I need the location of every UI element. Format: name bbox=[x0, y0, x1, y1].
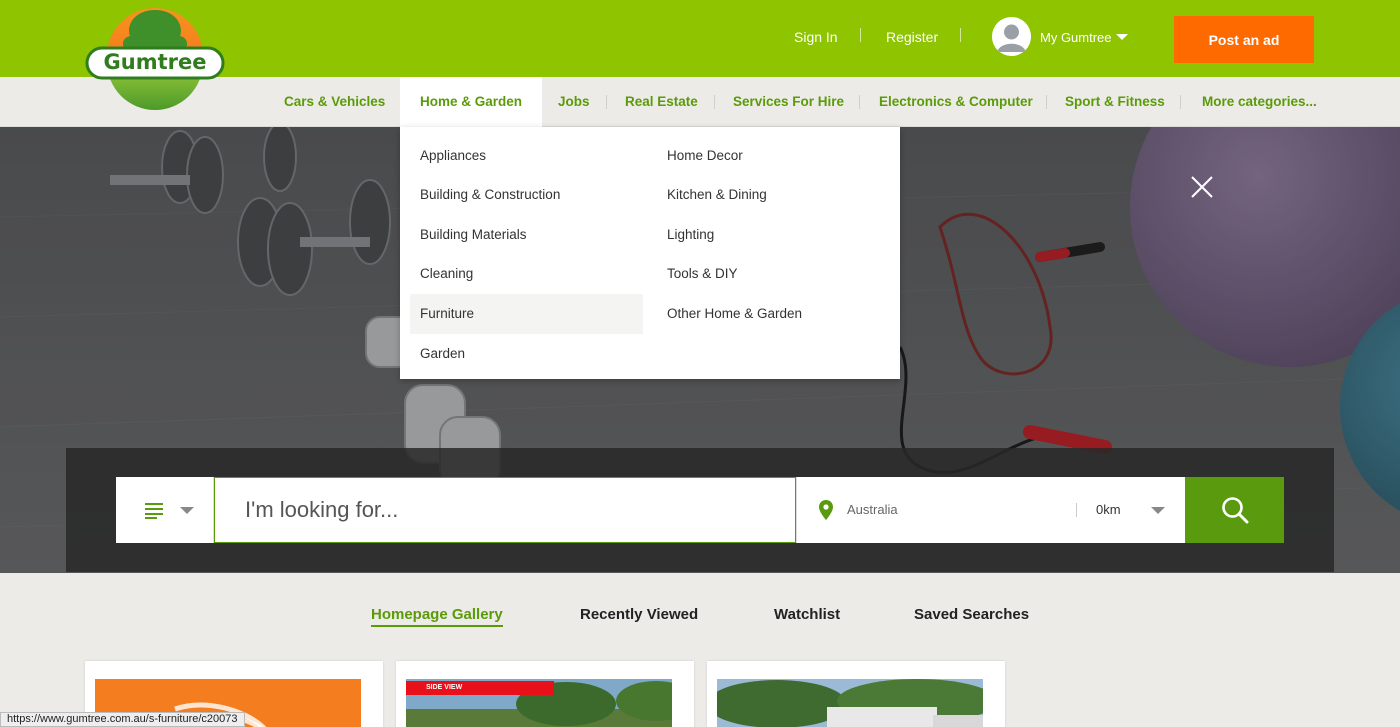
dropdown-item-furniture[interactable]: Furniture bbox=[410, 294, 643, 334]
nav-item-home-garden[interactable]: Home & Garden bbox=[400, 77, 543, 127]
register-link[interactable]: Register bbox=[886, 29, 938, 45]
dropdown-item-appliances[interactable]: Appliances bbox=[410, 136, 643, 176]
search-bar: Australia 0km bbox=[116, 477, 1284, 543]
sign-in-link[interactable]: Sign In bbox=[794, 29, 838, 45]
card-image bbox=[717, 679, 983, 727]
location-value: Australia bbox=[847, 502, 898, 517]
tab-recently-viewed[interactable]: Recently Viewed bbox=[580, 606, 698, 623]
dropdown-item-building-construction[interactable]: Building & Construction bbox=[410, 175, 643, 215]
dropdown-item-home-decor[interactable]: Home Decor bbox=[657, 136, 890, 176]
nav-item-sport-fitness[interactable]: Sport & Fitness bbox=[1065, 77, 1165, 127]
chevron-down-icon bbox=[180, 507, 194, 514]
tab-watchlist[interactable]: Watchlist bbox=[774, 606, 840, 623]
close-icon[interactable] bbox=[1188, 173, 1216, 201]
home-garden-dropdown: Appliances Building & Construction Build… bbox=[400, 127, 900, 379]
tab-saved-searches[interactable]: Saved Searches bbox=[914, 606, 1029, 623]
browser-status-url: https://www.gumtree.com.au/s-furniture/c… bbox=[0, 712, 245, 727]
nav-item-services-for-hire[interactable]: Services For Hire bbox=[733, 77, 844, 127]
chevron-down-icon[interactable] bbox=[1116, 34, 1128, 40]
header-divider bbox=[860, 28, 861, 42]
radius-divider bbox=[1076, 503, 1077, 517]
card-image: SIDE VIEW bbox=[406, 679, 672, 727]
search-input[interactable] bbox=[214, 477, 796, 543]
dropdown-item-kitchen-dining[interactable]: Kitchen & Dining bbox=[657, 175, 890, 215]
nav-divider bbox=[859, 95, 860, 109]
search-button[interactable] bbox=[1185, 477, 1284, 543]
dropdown-item-tools-diy[interactable]: Tools & DIY bbox=[657, 254, 890, 294]
list-icon bbox=[145, 503, 163, 519]
nav-item-more-categories[interactable]: More categories... bbox=[1202, 77, 1317, 127]
chevron-down-icon bbox=[1151, 507, 1165, 514]
logo-wordmark: Gumtree bbox=[103, 50, 207, 74]
dropdown-item-building-materials[interactable]: Building Materials bbox=[410, 215, 643, 255]
nav-item-real-estate[interactable]: Real Estate bbox=[625, 77, 698, 127]
magnifier-icon bbox=[1221, 497, 1248, 524]
post-ad-button[interactable]: Post an ad bbox=[1174, 16, 1314, 63]
nav-item-jobs[interactable]: Jobs bbox=[558, 77, 590, 127]
tab-homepage-gallery[interactable]: Homepage Gallery bbox=[371, 606, 503, 627]
map-pin-icon bbox=[819, 500, 833, 520]
dropdown-item-lighting[interactable]: Lighting bbox=[657, 215, 890, 255]
side-view-badge: SIDE VIEW bbox=[406, 681, 554, 695]
my-gumtree-menu[interactable]: My Gumtree bbox=[1040, 30, 1112, 45]
gallery-card[interactable]: SIDE VIEW bbox=[396, 661, 694, 727]
gallery-card[interactable] bbox=[707, 661, 1005, 727]
nav-divider bbox=[714, 95, 715, 109]
gumtree-logo[interactable]: Gumtree bbox=[84, 4, 226, 112]
dropdown-item-garden[interactable]: Garden bbox=[410, 334, 643, 374]
header-divider bbox=[960, 28, 961, 42]
nav-divider bbox=[606, 95, 607, 109]
dropdown-item-other-home-garden[interactable]: Other Home & Garden bbox=[657, 294, 890, 334]
nav-divider bbox=[1180, 95, 1181, 109]
radius-select[interactable]: 0km bbox=[1076, 477, 1186, 543]
nav-divider bbox=[1046, 95, 1047, 109]
dropdown-item-cleaning[interactable]: Cleaning bbox=[410, 254, 643, 294]
nav-item-electronics-computer[interactable]: Electronics & Computer bbox=[879, 77, 1033, 127]
category-select[interactable] bbox=[116, 477, 214, 543]
user-avatar-icon[interactable] bbox=[992, 17, 1031, 56]
radius-value: 0km bbox=[1096, 502, 1121, 517]
nav-item-cars-vehicles[interactable]: Cars & Vehicles bbox=[284, 77, 385, 127]
